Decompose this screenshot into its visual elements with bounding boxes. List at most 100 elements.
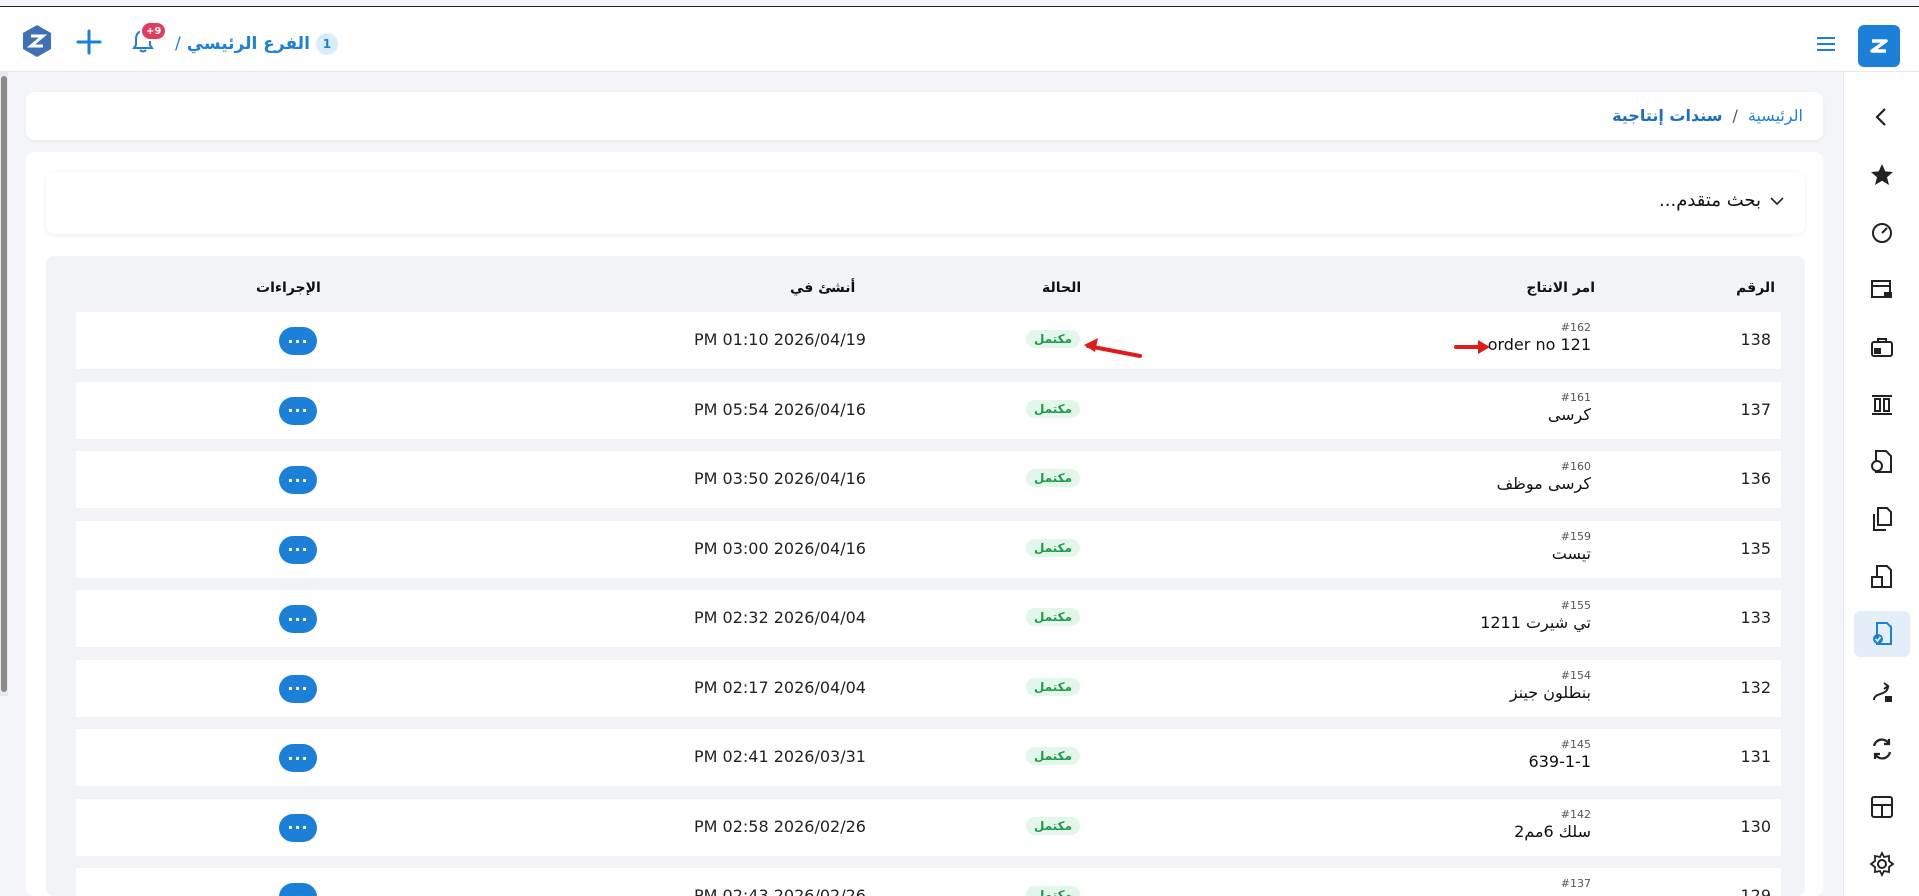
- status-badge: مكتمل: [1026, 538, 1081, 557]
- row-order-id: #155: [1560, 599, 1591, 612]
- add-button[interactable]: [72, 25, 106, 59]
- page-scrollbar[interactable]: [0, 72, 8, 696]
- table-row[interactable]: 132 #154 بنطلون جينز مكتمل PM 02:17 2026/04/…: [76, 659, 1781, 717]
- row-created-at: PM 05:54 2026/04/16: [694, 399, 866, 419]
- row-order-name[interactable]: كرسى موظف: [1497, 474, 1591, 493]
- store-icon[interactable]: [1854, 267, 1910, 313]
- chevron-down-icon: [1770, 196, 1784, 205]
- branch-name: الفرع الرئيسي: [186, 34, 310, 54]
- table-row[interactable]: 129 #137 مكتمل PM 02:43 2026/02/26 ···: [76, 868, 1781, 896]
- row-order-name[interactable]: كرسى: [1548, 405, 1591, 424]
- app-logo-icon[interactable]: [19, 23, 55, 59]
- row-order-name[interactable]: بنطلون جينز: [1510, 683, 1591, 702]
- table-row[interactable]: 131 #145 639-1-1 مكتمل PM 02:41 2026/03/31 ··…: [76, 729, 1781, 786]
- table-row[interactable]: 137 #161 كرسى مكتمل PM 05:54 2026/04/16 ···: [76, 381, 1781, 439]
- row-created-at: PM 02:41 2026/03/31: [694, 747, 866, 766]
- row-number: 136: [1740, 469, 1771, 488]
- row-actions-button[interactable]: ···: [279, 674, 317, 703]
- row-number: 132: [1740, 677, 1771, 697]
- row-order-id: #137: [1560, 877, 1591, 890]
- table-row[interactable]: 136 #160 كرسى موظف مكتمل PM 03:50 2026/04/16…: [76, 451, 1781, 508]
- row-order[interactable]: #154 بنطلون جينز: [1510, 669, 1591, 702]
- row-order-id: #159: [1560, 529, 1591, 543]
- branch-separator: /: [175, 34, 181, 54]
- row-created-at: PM 02:58 2026/02/26: [694, 816, 866, 836]
- row-number: 129: [1740, 886, 1771, 896]
- notification-badge: +9: [140, 21, 168, 41]
- document-money-icon[interactable]: [1854, 439, 1910, 485]
- row-order-name[interactable]: order no 121: [1488, 335, 1591, 354]
- columns-icon[interactable]: [1854, 382, 1910, 428]
- row-number: 138: [1740, 330, 1771, 349]
- header-created-at[interactable]: أنشئ في: [790, 280, 855, 296]
- row-number: 133: [1740, 608, 1771, 627]
- advanced-search-toggle[interactable]: بحث متقدم...: [1659, 190, 1785, 211]
- row-order[interactable]: #162 order no 121: [1488, 321, 1591, 354]
- row-actions-button[interactable]: ···: [279, 535, 317, 564]
- row-actions-button[interactable]: ···: [279, 744, 317, 772]
- row-actions-button[interactable]: ···: [279, 605, 317, 633]
- advanced-search-panel: بحث متقدم...: [46, 172, 1805, 234]
- row-order[interactable]: #155 تي شيرت 1211: [1480, 599, 1591, 632]
- document-box-icon[interactable]: [1854, 554, 1910, 600]
- row-actions-button[interactable]: ···: [279, 466, 317, 494]
- row-actions-button[interactable]: ···: [279, 883, 317, 896]
- status-badge: مكتمل: [1026, 399, 1081, 418]
- row-actions-button[interactable]: ···: [279, 327, 317, 355]
- header-actions: الإجراءات: [256, 280, 321, 296]
- briefcase-icon[interactable]: [1854, 324, 1910, 370]
- branch-selector[interactable]: 1 الفرع الرئيسي /: [175, 33, 338, 55]
- chevron-left-icon[interactable]: [1854, 94, 1910, 140]
- table-row[interactable]: 138 #162 order no 121 مكتمل PM 01:10 2026/04…: [76, 312, 1781, 369]
- header-status[interactable]: الحالة: [1042, 280, 1081, 296]
- star-icon[interactable]: [1854, 152, 1910, 198]
- status-badge: مكتمل: [1026, 677, 1081, 696]
- row-order[interactable]: #145 639-1-1: [1529, 738, 1591, 771]
- table-row[interactable]: 133 #155 تي شيرت 1211 مكتمل PM 02:32 2026/04…: [76, 590, 1781, 647]
- brand-logo-icon[interactable]: [1858, 25, 1900, 67]
- row-order-id: #145: [1560, 738, 1591, 751]
- table-row[interactable]: 130 #142 سلك 6مم2 مكتمل PM 02:58 2026/02/26 ·…: [76, 798, 1781, 856]
- row-number: 137: [1740, 399, 1771, 419]
- status-badge: مكتمل: [1026, 886, 1081, 896]
- row-order-name[interactable]: تي شيرت 1211: [1480, 613, 1591, 632]
- breadcrumb: الرئيسية / سندات إنتاجية: [1612, 106, 1803, 125]
- row-order-id: #160: [1560, 460, 1591, 473]
- scrollbar-thumb[interactable]: [1, 76, 7, 692]
- row-order-name[interactable]: تيست: [1552, 544, 1591, 563]
- top-bar: +9 1 الفرع الرئيسي /: [0, 6, 1919, 72]
- row-order[interactable]: #159 تيست: [1552, 530, 1591, 563]
- row-actions-button[interactable]: ···: [279, 396, 317, 425]
- row-created-at: PM 01:10 2026/04/19: [694, 330, 866, 349]
- advanced-search-label: بحث متقدم...: [1659, 190, 1761, 211]
- main-content: بحث متقدم... الرقم امر الانتاج الحالة أن…: [26, 152, 1823, 896]
- status-badge: مكتمل: [1026, 608, 1081, 626]
- row-actions-button[interactable]: ···: [279, 813, 317, 842]
- gear-icon[interactable]: [1854, 841, 1910, 887]
- document-copy-icon[interactable]: [1854, 496, 1910, 542]
- route-icon[interactable]: [1854, 669, 1910, 715]
- branch-number: 1: [315, 33, 338, 55]
- document-check-icon[interactable]: [1854, 611, 1910, 657]
- sidebar: [1843, 72, 1919, 896]
- row-order[interactable]: #142 سلك 6مم2: [1514, 808, 1591, 841]
- refresh-icon[interactable]: [1854, 726, 1910, 772]
- speedometer-icon[interactable]: [1854, 209, 1910, 255]
- row-created-at: PM 03:50 2026/04/16: [694, 469, 866, 488]
- table-row[interactable]: 135 #159 تيست مكتمل PM 03:00 2026/04/16 ···: [76, 520, 1781, 578]
- breadcrumb-home-link[interactable]: الرئيسية: [1748, 106, 1803, 125]
- header-order[interactable]: امر الانتاج: [1526, 280, 1595, 296]
- row-created-at: PM 02:43 2026/02/26: [694, 886, 866, 896]
- row-order[interactable]: #161 كرسى: [1548, 391, 1591, 424]
- production-orders-table: الرقم امر الانتاج الحالة أنشئ في الإجراء…: [46, 256, 1805, 896]
- row-created-at: PM 02:32 2026/04/04: [694, 608, 866, 627]
- breadcrumb-separator: /: [1732, 106, 1738, 125]
- header-number[interactable]: الرقم: [1736, 280, 1775, 296]
- row-order[interactable]: #137: [1561, 877, 1591, 891]
- row-order-name[interactable]: سلك 6مم2: [1514, 822, 1591, 841]
- row-order[interactable]: #160 كرسى موظف: [1497, 460, 1591, 493]
- row-order-name[interactable]: 639-1-1: [1529, 752, 1591, 771]
- layout-icon[interactable]: [1854, 784, 1910, 830]
- table-header: الرقم امر الانتاج الحالة أنشئ في الإجراء…: [46, 256, 1805, 312]
- menu-icon[interactable]: [1812, 32, 1840, 56]
